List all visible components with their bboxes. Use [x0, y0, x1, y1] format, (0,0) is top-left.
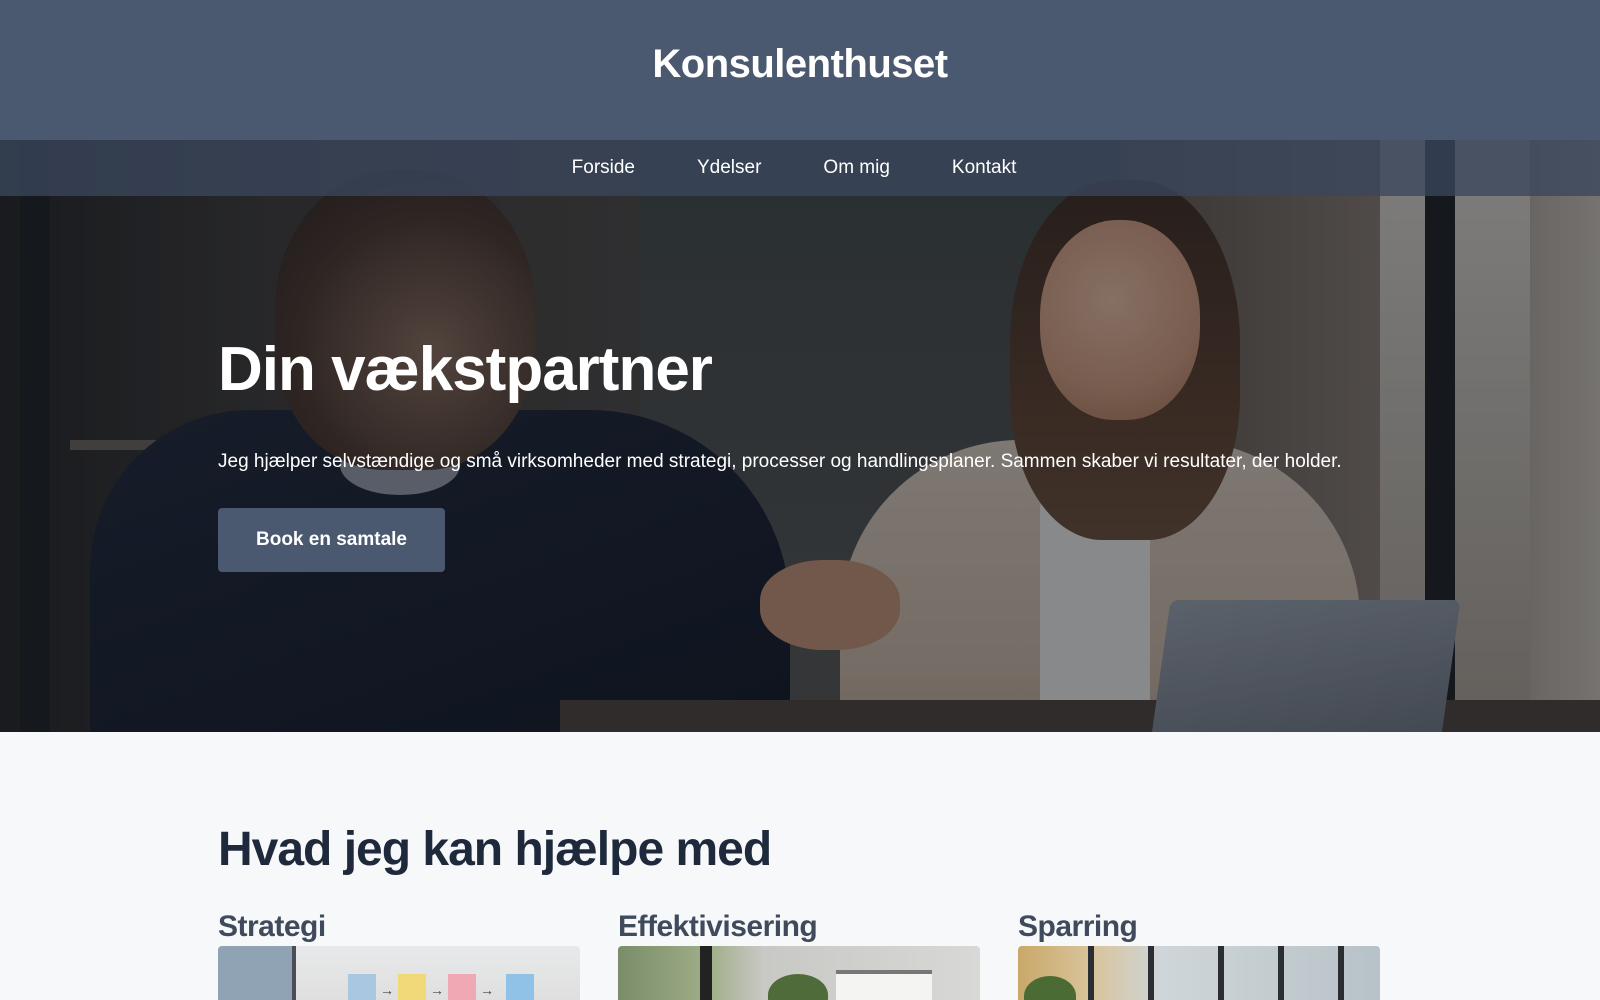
nav-item-forside[interactable]: Forside — [572, 157, 635, 179]
hero-content: Din vækstpartner Jeg hjælper selvstændig… — [218, 335, 1398, 573]
services-title: Hvad jeg kan hjælpe med — [218, 823, 772, 876]
hero-description: Jeg hjælper selvstændige og små virksomh… — [218, 451, 1342, 473]
site-header: Konsulenthuset — [0, 0, 1600, 140]
main-nav: Forside Ydelser Om mig Kontakt — [0, 140, 1600, 196]
nav-item-om-mig[interactable]: Om mig — [823, 157, 890, 179]
service-card-sparring[interactable]: Sparring — [1018, 910, 1380, 1000]
book-call-button[interactable]: Book en samtale — [218, 508, 445, 573]
service-card-effektivisering[interactable]: Effektivisering — [618, 910, 980, 1000]
hero-section: Forside Ydelser Om mig Kontakt Din vækst… — [0, 140, 1600, 732]
services-section: Hvad jeg kan hjælpe med Strategi → → → E… — [0, 732, 1600, 1000]
services-cards: Strategi → → → Effektivisering Sparring — [218, 910, 1380, 1000]
service-card-image — [618, 946, 980, 1000]
service-card-strategi[interactable]: Strategi → → → — [218, 910, 580, 1000]
service-card-title: Effektivisering — [618, 910, 818, 943]
service-card-image — [1018, 946, 1380, 1000]
service-card-image: → → → — [218, 946, 580, 1000]
nav-item-kontakt[interactable]: Kontakt — [952, 157, 1016, 179]
site-logo[interactable]: Konsulenthuset — [652, 42, 948, 87]
nav-item-ydelser[interactable]: Ydelser — [697, 157, 761, 179]
service-card-title: Sparring — [1018, 910, 1138, 943]
service-card-title: Strategi — [218, 910, 326, 943]
hero-title: Din vækstpartner — [218, 335, 713, 404]
